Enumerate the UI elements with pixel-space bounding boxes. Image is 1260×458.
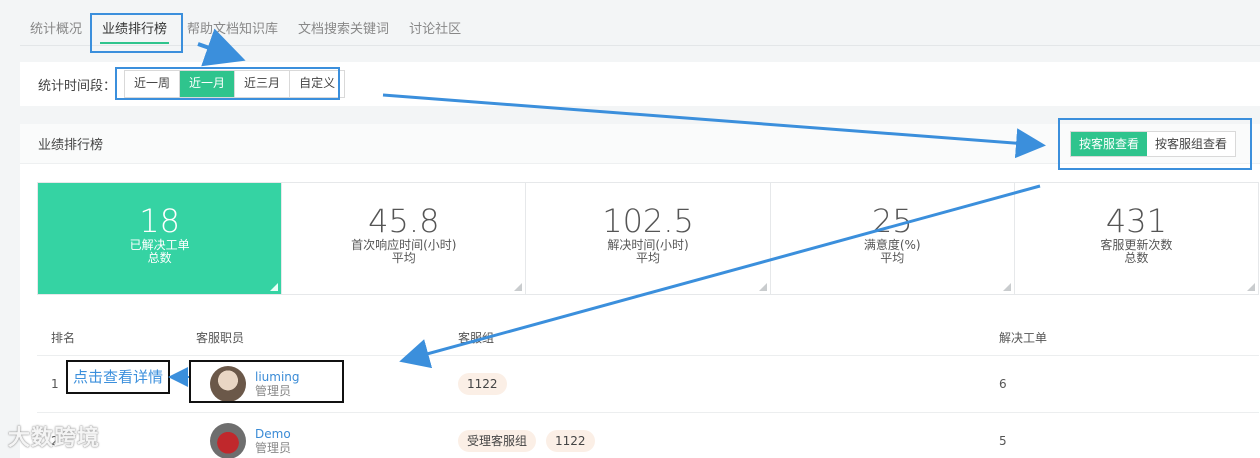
arrow-tab-icon [197, 28, 246, 67]
arrow-view-icon [399, 184, 1041, 369]
annotation-arrows [168, 28, 1046, 387]
watermark: 大数跨境 [8, 426, 101, 451]
arrow-period-icon [382, 93, 1046, 159]
